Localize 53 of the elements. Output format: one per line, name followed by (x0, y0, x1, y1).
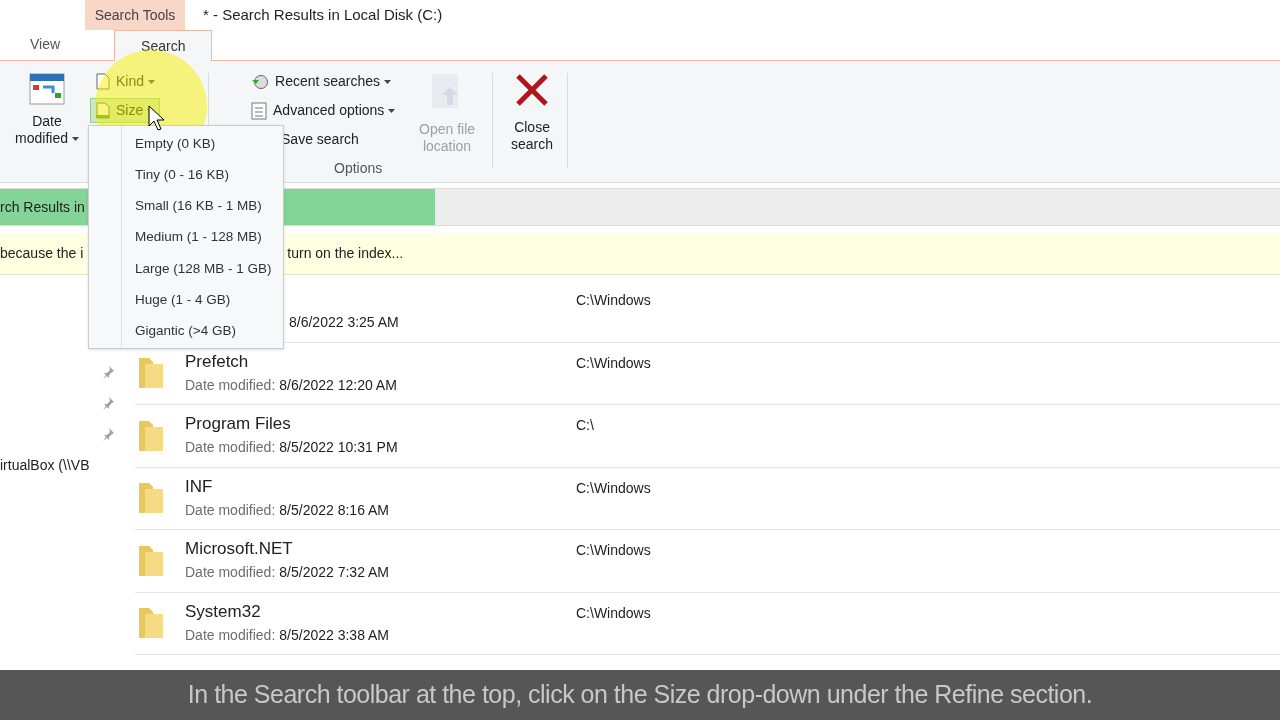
date-label: Date modified: (185, 375, 276, 395)
pin-icon[interactable] (101, 396, 115, 410)
menu-item[interactable]: Empty (0 KB) (122, 128, 272, 160)
menu-item[interactable]: Small (16 KB - 1 MB) (122, 190, 272, 222)
caret-icon (148, 79, 156, 84)
window-title: * - Search Results in Local Disk (C:) (203, 4, 443, 25)
clock-icon (251, 73, 270, 90)
date-value: 8/5/2022 8:16 AM (279, 500, 390, 520)
folder-path: C:\Windows (576, 478, 651, 498)
date-value: 8/6/2022 3:25 AM (289, 313, 399, 333)
date-label: Date modified: (185, 625, 276, 645)
folder-path: C:\Windows (576, 353, 651, 373)
info-link-text: turn on the index... (287, 244, 404, 263)
folder-path: C:\Windows (576, 541, 651, 560)
folder-path: C:\Windows (576, 603, 651, 623)
folder-path: C:\Windows (576, 291, 651, 310)
file-name: INF (185, 475, 214, 498)
pin-icon[interactable] (101, 365, 115, 379)
calendar-icon (29, 73, 65, 105)
result-row[interactable]: INF Date modified: 8/5/2022 8:16 AM C:\Windows (135, 467, 1280, 530)
file-name: Program Files (185, 413, 292, 436)
group-label: Options (334, 159, 384, 178)
date-value: 8/5/2022 10:31 PM (279, 438, 398, 458)
nav-item[interactable]: irtualBox (\\VB (0, 455, 135, 476)
document-icon (95, 102, 111, 119)
date-label: Date modified: (185, 500, 276, 520)
file-name: Prefetch (185, 350, 250, 373)
ribbon-tab[interactable]: View (0, 29, 91, 60)
file-name: Microsoft.NET (185, 538, 294, 561)
pin-icon[interactable] (101, 427, 115, 441)
date-modified-button[interactable]: Date modified (12, 73, 82, 147)
date-value: 8/5/2022 7:32 AM (279, 563, 390, 583)
info-text: because the i (0, 244, 84, 263)
result-row[interactable]: System32 Date modified: 8/5/2022 3:38 AM C:\Windows (135, 592, 1280, 655)
document-icon (95, 73, 111, 90)
date-value: 8/5/2022 3:38 AM (279, 625, 390, 645)
list-document-icon (251, 101, 268, 120)
file-name: System32 (185, 600, 262, 623)
folder-path: C:\ (576, 416, 594, 435)
result-row[interactable]: Microsoft.NET Date modified: 8/5/2022 7:32 AM C:\Windows (135, 530, 1280, 593)
address-text: rch Results in (0, 197, 85, 217)
menu-item[interactable]: Tiny (0 - 16 KB) (122, 159, 272, 191)
subtitle-text: In the Search toolbar at the top, click on the Size drop-down under the Refine section. (187, 679, 1093, 711)
result-row[interactable]: Program Files Date modified: 8/5/2022 10:31 PM C:\ (135, 405, 1280, 468)
ribbon-tab[interactable]: Search (114, 30, 213, 61)
options-button[interactable]: Recent searches (249, 69, 415, 94)
date-label: Date modified: (185, 438, 276, 458)
options-button[interactable]: Advanced options (249, 98, 415, 123)
close-search-button[interactable]: Close search (501, 73, 564, 153)
context-tab-header: Search Tools (85, 0, 185, 30)
close-icon (515, 73, 550, 107)
date-label: Date modified: (185, 563, 276, 583)
date-value: 8/6/2022 12:20 AM (279, 375, 397, 395)
